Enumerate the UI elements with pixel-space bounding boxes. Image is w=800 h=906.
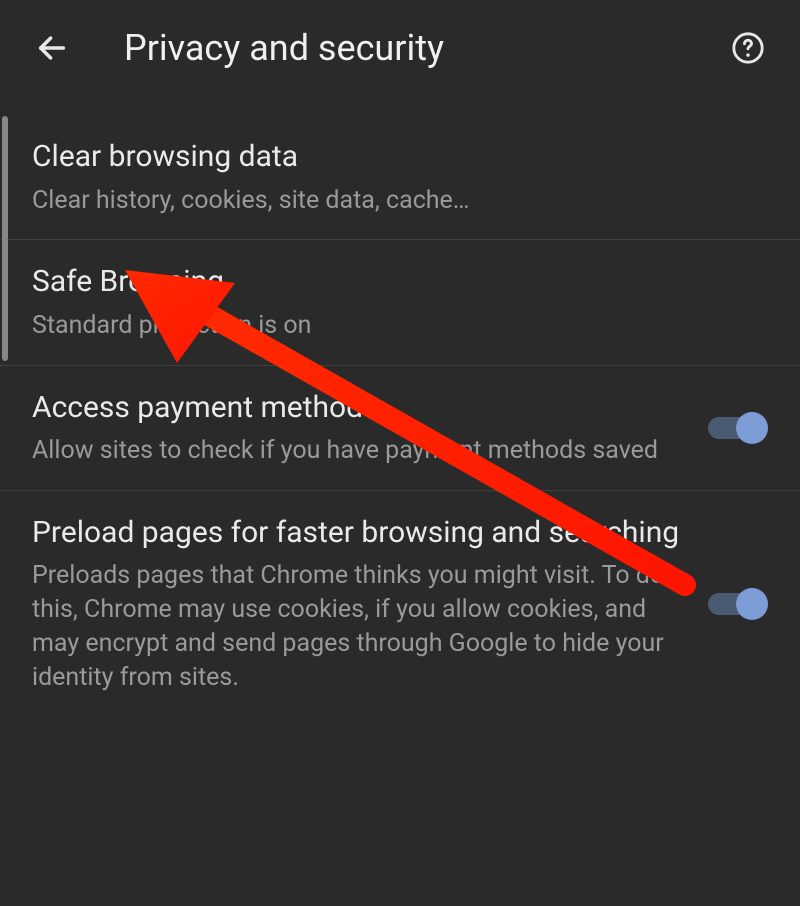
preload-pages-item[interactable]: Preload pages for faster browsing and se… <box>0 491 800 717</box>
item-text: Safe Browsing Standard protection is on <box>32 262 768 342</box>
header: Privacy and security <box>0 0 800 95</box>
page-title: Privacy and security <box>124 27 726 69</box>
scroll-indicator <box>2 116 8 361</box>
clear-browsing-data-item[interactable]: Clear browsing data Clear history, cooki… <box>0 115 800 240</box>
item-title: Safe Browsing <box>32 262 748 303</box>
back-button[interactable] <box>30 26 74 70</box>
item-title: Preload pages for faster browsing and se… <box>32 513 684 554</box>
payment-methods-toggle[interactable] <box>704 408 768 448</box>
settings-list: Clear browsing data Clear history, cooki… <box>0 95 800 716</box>
safe-browsing-item[interactable]: Safe Browsing Standard protection is on <box>0 240 800 365</box>
item-desc: Preloads pages that Chrome thinks you mi… <box>32 559 684 694</box>
access-payment-methods-item[interactable]: Access payment methods Allow sites to ch… <box>0 366 800 491</box>
item-title: Access payment methods <box>32 388 684 429</box>
back-arrow-icon <box>35 31 69 65</box>
item-desc: Standard protection is on <box>32 309 748 343</box>
item-text: Preload pages for faster browsing and se… <box>32 513 704 695</box>
help-button[interactable] <box>726 26 770 70</box>
item-text: Access payment methods Allow sites to ch… <box>32 388 704 468</box>
preload-pages-toggle[interactable] <box>704 584 768 624</box>
item-desc: Clear history, cookies, site data, cache… <box>32 184 748 218</box>
toggle-thumb <box>736 588 768 620</box>
toggle-thumb <box>736 412 768 444</box>
item-title: Clear browsing data <box>32 137 748 178</box>
item-text: Clear browsing data Clear history, cooki… <box>32 137 768 217</box>
item-desc: Allow sites to check if you have payment… <box>32 434 684 468</box>
help-icon <box>731 31 765 65</box>
